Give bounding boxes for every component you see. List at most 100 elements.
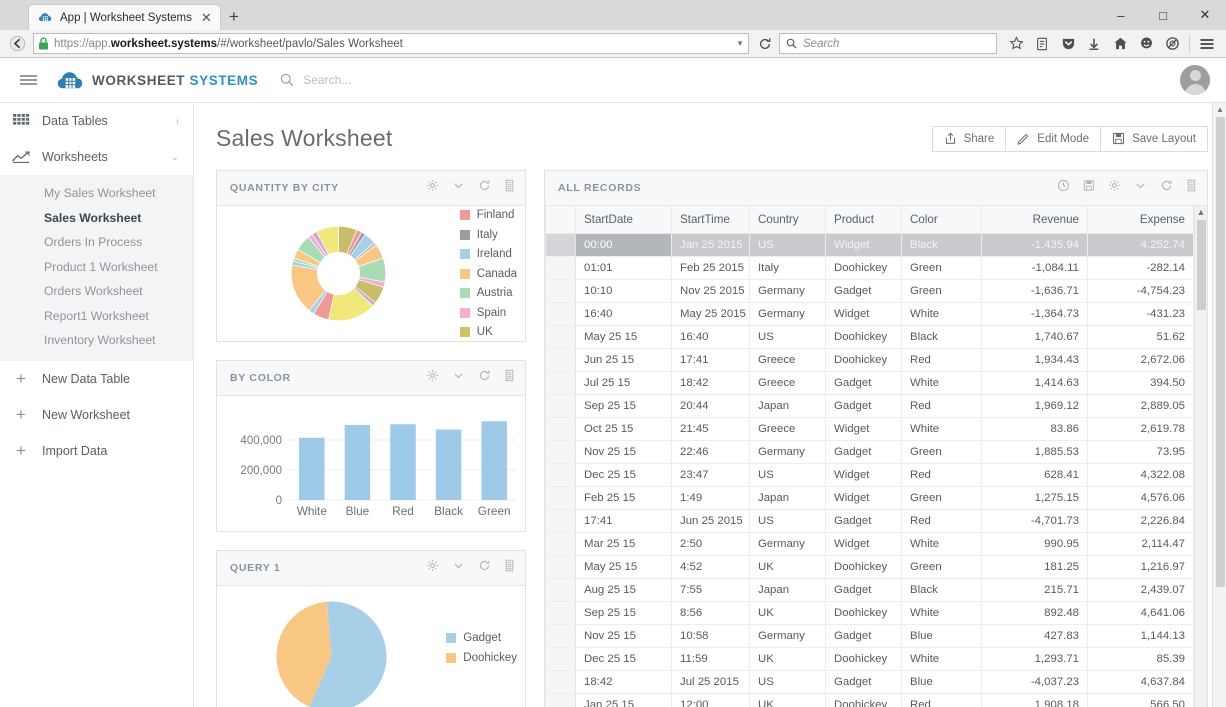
table-cell[interactable]: Jun 25 15	[576, 348, 672, 371]
chevron-down-icon[interactable]: ▼	[736, 39, 744, 48]
table-cell[interactable]: UK	[750, 647, 826, 670]
table-cell[interactable]: UK	[750, 693, 826, 707]
table-row[interactable]: Jun 25 1517:41GreeceDoohickeyRed1,934.43…	[546, 348, 1194, 371]
table-cell[interactable]: Germany	[750, 279, 826, 302]
table-cell[interactable]: Feb 25 15	[576, 486, 672, 509]
legend-item[interactable]: Ireland	[460, 248, 517, 260]
table-cell[interactable]: 18:42	[672, 371, 750, 394]
gear-icon[interactable]	[1108, 179, 1121, 197]
table-cell[interactable]: Green	[902, 279, 982, 302]
chevron-down-icon[interactable]	[452, 559, 465, 577]
import-data-button[interactable]: + Import Data	[0, 433, 193, 469]
table-cell[interactable]: Red	[902, 693, 982, 707]
legend-item[interactable]: Gadget	[446, 632, 517, 644]
table-cell[interactable]: 2,889.05	[1088, 394, 1194, 417]
table-cell[interactable]: Jun 25 2015	[672, 509, 750, 532]
table-cell[interactable]: Widget	[826, 463, 902, 486]
window-close-icon[interactable]: ✕	[1184, 0, 1226, 30]
table-cell[interactable]: Red	[902, 463, 982, 486]
table-cell[interactable]: Gadget	[826, 371, 902, 394]
edit-mode-button[interactable]: Edit Mode	[1005, 126, 1101, 152]
table-cell[interactable]: Mar 25 15	[576, 532, 672, 555]
table-cell[interactable]: 00:00	[576, 233, 672, 256]
table-cell[interactable]: Blue	[902, 670, 982, 693]
table-cell[interactable]: Green	[902, 486, 982, 509]
star-icon[interactable]	[1003, 32, 1029, 56]
column-header-revenue[interactable]: Revenue	[982, 206, 1088, 233]
table-cell[interactable]: Widget	[826, 532, 902, 555]
legend-item[interactable]: Spain	[460, 307, 517, 319]
sidebar-item-data-tables[interactable]: Data Tables ›	[0, 103, 193, 139]
column-header-product[interactable]: Product	[826, 206, 902, 233]
donut-chart[interactable]	[217, 206, 460, 341]
table-row[interactable]: 18:42Jul 25 2015USGadgetBlue-4,037.234,6…	[546, 670, 1194, 693]
table-cell[interactable]: May 25 2015	[672, 302, 750, 325]
table-cell[interactable]: Widget	[826, 233, 902, 256]
bar-chart[interactable]: 0200,000400,000WhiteBlueRedBlackGreen	[217, 396, 525, 531]
table-cell[interactable]: -1,364.73	[982, 302, 1088, 325]
gear-icon[interactable]	[426, 369, 439, 387]
list-icon[interactable]	[1186, 179, 1197, 197]
table-cell[interactable]: 2,672.06	[1088, 348, 1194, 371]
table-cell[interactable]: 2,226.84	[1088, 509, 1194, 532]
table-cell[interactable]: Japan	[750, 486, 826, 509]
table-cell[interactable]: 22:46	[672, 440, 750, 463]
page-scroll-up-icon[interactable]: ▲	[1213, 105, 1226, 114]
table-cell[interactable]: White	[902, 601, 982, 624]
table-row[interactable]: 00:00Jan 25 2015USWidgetBlack-1,435.944,…	[546, 233, 1194, 256]
list-icon[interactable]	[504, 179, 515, 197]
chat-icon[interactable]	[1133, 32, 1159, 56]
row-selector[interactable]	[546, 302, 576, 325]
row-selector[interactable]	[546, 440, 576, 463]
row-selector[interactable]	[546, 394, 576, 417]
row-selector[interactable]	[546, 693, 576, 707]
table-cell[interactable]: 10:58	[672, 624, 750, 647]
page-scrollbar[interactable]: ▲	[1212, 103, 1226, 707]
table-cell[interactable]: May 25 15	[576, 325, 672, 348]
sidebar-item-worksheets[interactable]: Worksheets ⌄	[0, 139, 193, 175]
row-selector[interactable]	[546, 555, 576, 578]
legend-item[interactable]: Canada	[460, 268, 517, 280]
table-cell[interactable]: Feb 25 2015	[672, 256, 750, 279]
table-row[interactable]: 01:01Feb 25 2015ItalyDoohickeyGreen-1,08…	[546, 256, 1194, 279]
pie-chart[interactable]	[217, 586, 446, 707]
sidebar-item-product-1-worksheet[interactable]: Product 1 Worksheet	[0, 255, 193, 280]
table-cell[interactable]: 83.86	[982, 417, 1088, 440]
avatar[interactable]	[1180, 65, 1210, 95]
column-header-startdate[interactable]: StartDate	[576, 206, 672, 233]
table-cell[interactable]: Gadget	[826, 394, 902, 417]
table-cell[interactable]: Sep 25 15	[576, 394, 672, 417]
table-cell[interactable]: Jan 25 15	[576, 693, 672, 707]
table-cell[interactable]: Aug 25 15	[576, 578, 672, 601]
table-row[interactable]: May 25 1516:40USDoohickeyBlack1,740.6751…	[546, 325, 1194, 348]
table-cell[interactable]: Doohickey	[826, 325, 902, 348]
table-row[interactable]: Nov 25 1522:46GermanyGadgetGreen1,885.53…	[546, 440, 1194, 463]
table-cell[interactable]: Black	[902, 325, 982, 348]
table-row[interactable]: Aug 25 157:55JapanGadgetBlack215.712,439…	[546, 578, 1194, 601]
table-cell[interactable]: 23:47	[672, 463, 750, 486]
table-cell[interactable]: 1,885.53	[982, 440, 1088, 463]
table-cell[interactable]: 17:41	[672, 348, 750, 371]
row-selector[interactable]	[546, 417, 576, 440]
new-data-table-button[interactable]: + New Data Table	[0, 361, 193, 397]
table-cell[interactable]: 4,252.74	[1088, 233, 1194, 256]
table-cell[interactable]: 10:10	[576, 279, 672, 302]
table-cell[interactable]: Doohickey	[826, 601, 902, 624]
table-cell[interactable]: Red	[902, 509, 982, 532]
table-cell[interactable]: UK	[750, 601, 826, 624]
row-selector[interactable]	[546, 578, 576, 601]
table-cell[interactable]: 8:56	[672, 601, 750, 624]
browser-search-input[interactable]: Search	[779, 33, 997, 54]
table-cell[interactable]: Oct 25 15	[576, 417, 672, 440]
table-row[interactable]: Feb 25 151:49JapanWidgetGreen1,275.154,5…	[546, 486, 1194, 509]
table-cell[interactable]: Nov 25 15	[576, 440, 672, 463]
table-cell[interactable]: 628.41	[982, 463, 1088, 486]
row-selector[interactable]	[546, 670, 576, 693]
table-cell[interactable]: Nov 25 15	[576, 624, 672, 647]
table-cell[interactable]: Doohickey	[826, 693, 902, 707]
table-cell[interactable]: 2:50	[672, 532, 750, 555]
minimize-icon[interactable]: –	[1100, 0, 1142, 30]
table-cell[interactable]: 427.83	[982, 624, 1088, 647]
chevron-down-icon[interactable]	[1134, 179, 1147, 197]
app-logo[interactable]: WORKSHEET SYSTEMS	[56, 68, 258, 92]
